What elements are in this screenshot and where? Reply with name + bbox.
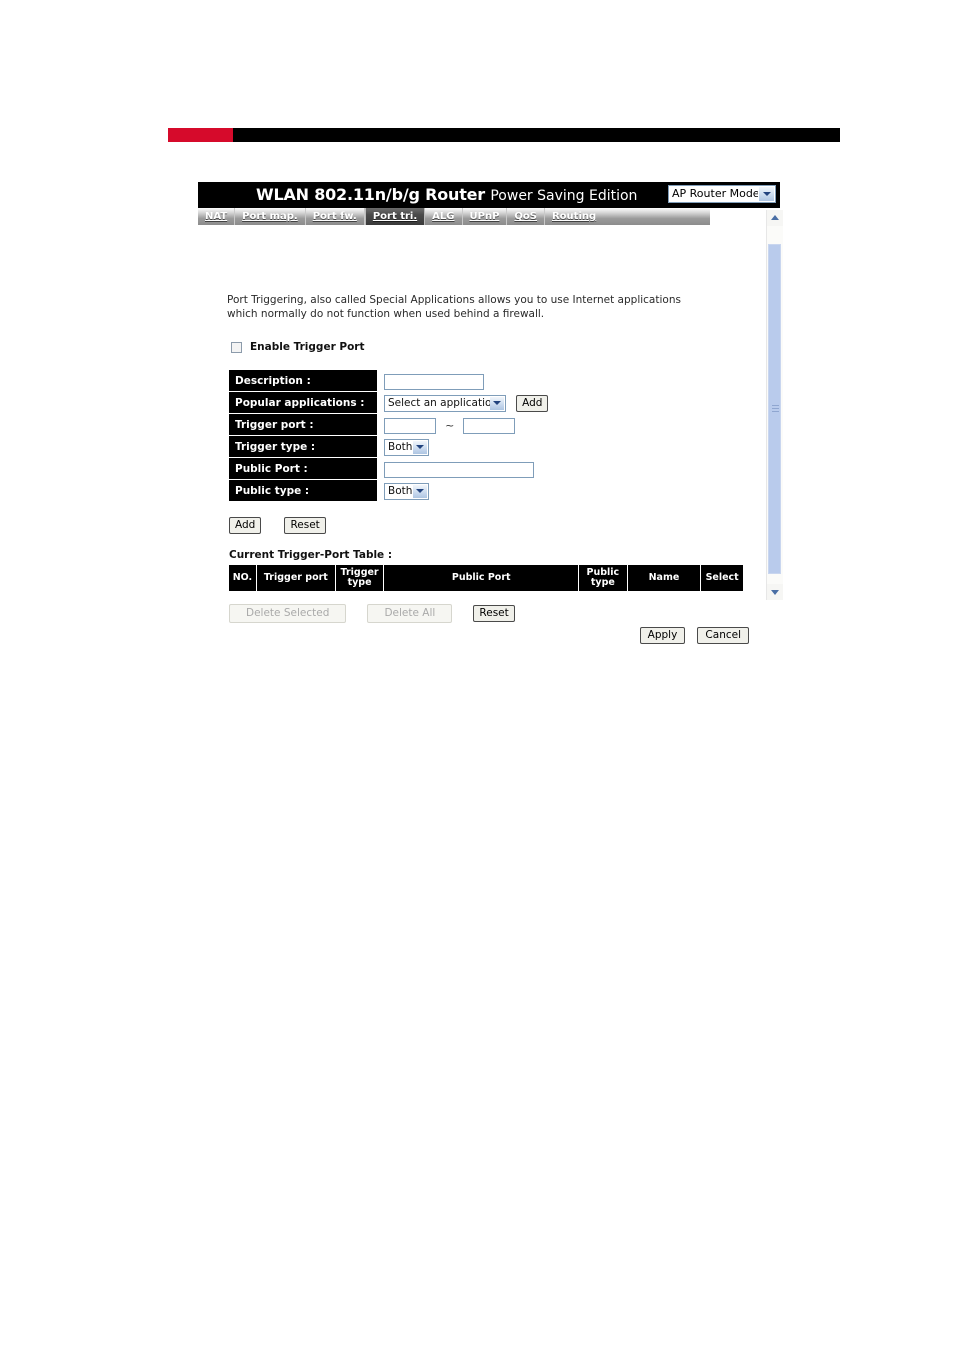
value-trigger-type: Both bbox=[377, 436, 548, 458]
trigger-port-to-input[interactable] bbox=[463, 417, 516, 434]
label-popular-applications: Popular applications : bbox=[229, 391, 377, 414]
column-select: Select bbox=[700, 565, 743, 591]
delete-all-button[interactable]: Delete All bbox=[367, 604, 453, 623]
trigger-table-title: Current Trigger-Port Table : bbox=[229, 549, 393, 561]
add-application-button[interactable]: Add bbox=[516, 395, 549, 412]
scroll-down-icon bbox=[771, 590, 779, 595]
tab-label: Routing bbox=[551, 211, 597, 222]
table-action-row: Delete Selected Delete All Reset bbox=[229, 603, 531, 623]
trigger-port-range-separator: ~ bbox=[445, 419, 455, 432]
tab-label: UPnP bbox=[469, 211, 500, 222]
scroll-up-icon bbox=[771, 215, 779, 220]
form-row-description: Description : bbox=[229, 370, 548, 392]
tab-label: QoS bbox=[514, 211, 537, 222]
tab-routing[interactable]: Routing bbox=[545, 208, 603, 225]
enable-trigger-port-row[interactable]: Enable Trigger Port bbox=[231, 341, 365, 353]
column-trigger-type: Trigger type bbox=[334, 565, 385, 591]
app-header: WLAN 802.11n/b/g Router Power Saving Edi… bbox=[198, 182, 780, 208]
form-row-public-port: Public Port : bbox=[229, 457, 548, 480]
form-row-trigger-type: Trigger type : Both bbox=[229, 435, 548, 458]
tab-nat[interactable]: NAT bbox=[198, 208, 236, 225]
form-action-row: Add Reset bbox=[229, 515, 344, 534]
scroll-up-button[interactable] bbox=[767, 210, 783, 226]
tab-alg[interactable]: ALG bbox=[425, 208, 463, 225]
product-edition: Power Saving Edition bbox=[490, 188, 638, 204]
operation-mode-select[interactable]: AP Router Mode bbox=[668, 185, 776, 203]
description-input[interactable] bbox=[384, 373, 484, 390]
tab-label: Port map. bbox=[242, 211, 298, 222]
column-public-type: Public type bbox=[578, 565, 628, 591]
value-trigger-port: ~ bbox=[377, 414, 548, 436]
add-button[interactable]: Add bbox=[229, 517, 262, 534]
tab-label: Port tri. bbox=[372, 211, 418, 222]
public-port-input[interactable] bbox=[384, 461, 534, 478]
scrollbar-grip-icon bbox=[772, 405, 779, 413]
trigger-type-value: Both bbox=[388, 441, 413, 453]
scrollbar-track[interactable] bbox=[767, 226, 783, 584]
tab-label: ALG bbox=[432, 211, 455, 222]
router-admin-window: WLAN 802.11n/b/g Router Power Saving Edi… bbox=[198, 182, 780, 644]
tab-port-tri[interactable]: Port tri. bbox=[364, 208, 426, 225]
product-name: WLAN 802.11n/b/g Router bbox=[256, 185, 485, 204]
tab-port-map[interactable]: Port map. bbox=[235, 208, 306, 225]
current-trigger-port-table: NO. Trigger port Trigger type Public Por… bbox=[229, 565, 743, 591]
cancel-button[interactable]: Cancel bbox=[697, 627, 749, 644]
column-public-port: Public Port bbox=[383, 565, 580, 591]
label-public-type: Public type : bbox=[229, 479, 377, 502]
intro-text: Port Triggering, also called Special App… bbox=[227, 294, 681, 321]
page-top-banner bbox=[168, 128, 840, 142]
tab-label: NAT bbox=[205, 211, 228, 222]
page-title: WLAN 802.11n/b/g Router Power Saving Edi… bbox=[256, 185, 637, 204]
label-trigger-port: Trigger port : bbox=[229, 413, 377, 436]
label-description: Description : bbox=[229, 370, 377, 392]
page-action-row: Apply Cancel bbox=[633, 625, 749, 644]
label-trigger-type: Trigger type : bbox=[229, 435, 377, 458]
page-content: Port Triggering, also called Special App… bbox=[198, 225, 768, 644]
column-no: NO. bbox=[229, 565, 257, 591]
scroll-down-button[interactable] bbox=[767, 584, 783, 600]
value-description bbox=[377, 370, 548, 392]
form-row-public-type: Public type : Both bbox=[229, 479, 548, 502]
banner-accent-block bbox=[168, 128, 233, 142]
operation-mode-value: AP Router Mode bbox=[672, 187, 760, 200]
trigger-type-select[interactable]: Both bbox=[384, 439, 429, 456]
trigger-port-from-input[interactable] bbox=[384, 417, 436, 434]
value-popular-applications: Select an application Add bbox=[377, 392, 549, 414]
form-row-popular-applications: Popular applications : Select an applica… bbox=[229, 391, 549, 414]
reset-table-button[interactable]: Reset bbox=[473, 605, 515, 622]
column-trigger-port: Trigger port bbox=[255, 565, 336, 591]
form-row-trigger-port: Trigger port : ~ bbox=[229, 413, 548, 436]
chevron-down-icon bbox=[413, 485, 427, 498]
public-type-value: Both bbox=[388, 485, 413, 497]
nav-tab-bar: NAT Port map. Port fw. Port tri. ALG UPn… bbox=[198, 208, 710, 225]
trigger-port-form: Description : Popular applications : Sel… bbox=[229, 370, 549, 502]
popular-applications-value: Select an application bbox=[388, 397, 499, 409]
public-type-select[interactable]: Both bbox=[384, 483, 429, 500]
reset-form-button[interactable]: Reset bbox=[284, 517, 326, 534]
vertical-scrollbar[interactable] bbox=[766, 210, 783, 600]
delete-selected-button[interactable]: Delete Selected bbox=[229, 604, 347, 623]
chevron-down-icon bbox=[413, 441, 427, 454]
tab-upnp[interactable]: UPnP bbox=[463, 208, 508, 225]
enable-trigger-port-checkbox[interactable] bbox=[231, 341, 242, 353]
value-public-port bbox=[377, 458, 548, 480]
column-name: Name bbox=[626, 565, 702, 591]
tab-port-fw[interactable]: Port fw. bbox=[306, 208, 365, 225]
tab-qos[interactable]: QoS bbox=[507, 208, 545, 225]
chevron-down-icon bbox=[758, 187, 774, 201]
apply-button[interactable]: Apply bbox=[639, 627, 686, 644]
enable-trigger-port-label: Enable Trigger Port bbox=[250, 341, 365, 353]
scrollbar-thumb[interactable] bbox=[768, 244, 781, 574]
popular-applications-select[interactable]: Select an application bbox=[384, 395, 506, 412]
value-public-type: Both bbox=[377, 480, 548, 502]
chevron-down-icon bbox=[490, 397, 504, 410]
table-header-row: NO. Trigger port Trigger type Public Por… bbox=[229, 565, 743, 591]
tab-label: Port fw. bbox=[312, 211, 357, 222]
label-public-port: Public Port : bbox=[229, 457, 377, 480]
